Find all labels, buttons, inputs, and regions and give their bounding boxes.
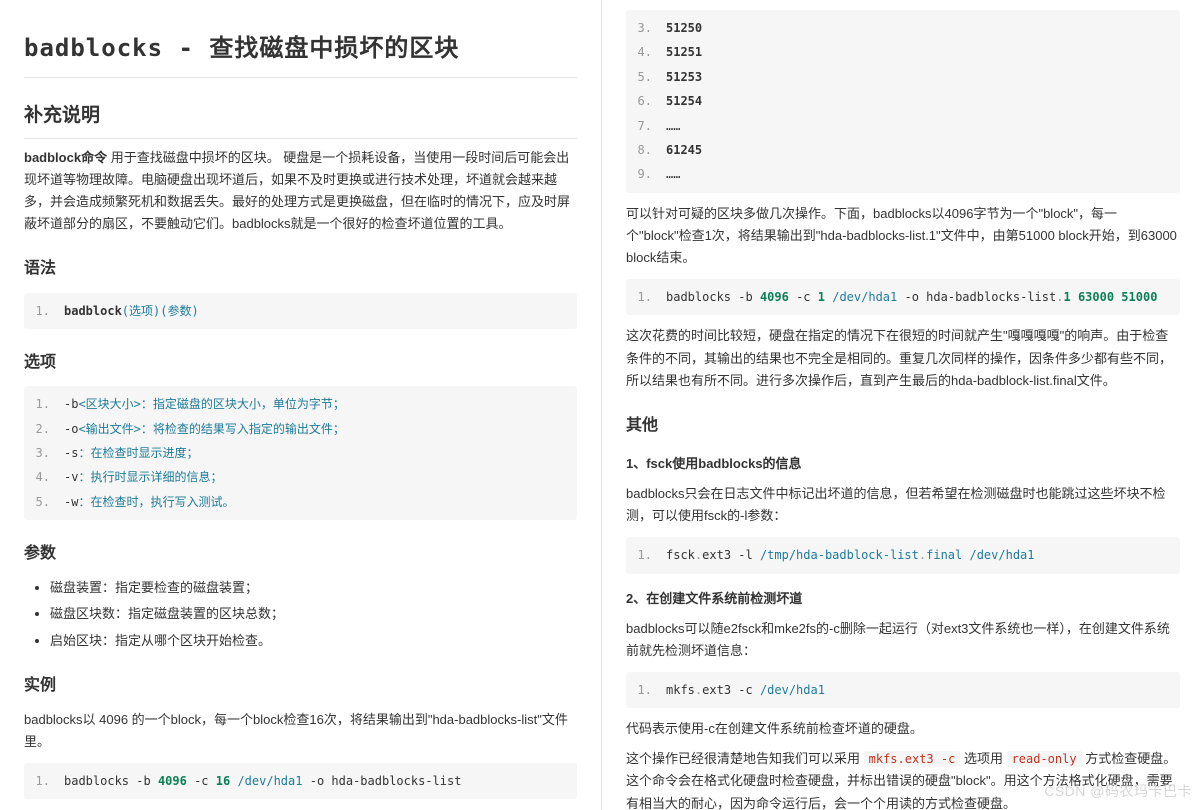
fsck-code: 1.fsck.ext3 -l /tmp/hda-badblock-list.fi… [626,537,1180,573]
inline-code-mkfs: mkfs.ext3 -c [864,751,961,767]
right-p2: 这次花费的时间比较短，硬盘在指定的情况下在很短的时间就产生"嘎嘎嘎嘎"的响声。由… [626,325,1180,391]
example-code-2: 1.badblocks -b 4096 -c 1 /dev/hda1 -o hd… [626,279,1180,315]
section-other: 其他 [626,412,1180,439]
right-p1: 可以针对可疑的区块多做几次操作。下面，badblocks以4096字节为一个"b… [626,203,1180,269]
right-column: 3.51250 4.51251 5.51253 6.51254 7.…… 8.6… [602,0,1204,810]
mkfs-code: 1.mkfs.ext3 -c /dev/hda1 [626,672,1180,708]
sub1-title: 1、fsck使用badblocks的信息 [626,453,1180,475]
sub2-body: badblocks可以随e2fsck和mke2fs的-c删除一起运行（对ext3… [626,618,1180,662]
section-options: 选项 [24,349,577,376]
inline-code-readonly: read-only [1007,751,1082,767]
section-syntax: 语法 [24,255,577,282]
watermark: CSDN @码农玛卡巴卡 [1044,780,1192,804]
supplement-body: badblock命令 用于查找磁盘中损坏的区块。 硬盘是一个损耗设备，当使用一段… [24,147,577,235]
options-code: 1.-b<区块大小>：指定磁盘的区块大小，单位为字节； 2.-o<输出文件>：将… [24,386,577,520]
section-params: 参数 [24,540,577,567]
syntax-code: 1.badblock(选项)(参数) [24,293,577,329]
example-intro: badblocks以 4096 的一个block，每一个block检查16次，将… [24,709,577,753]
sub1-body: badblocks只会在日志文件中标记出坏道的信息，但若希望在检测磁盘时也能跳过… [626,483,1180,527]
left-column: badblocks - 查找磁盘中损坏的区块 补充说明 badblock命令 用… [0,0,602,810]
sub2-title: 2、在创建文件系统前检测坏道 [626,588,1180,610]
example-code-1: 1.badblocks -b 4096 -c 16 /dev/hda1 -o h… [24,763,577,799]
section-example: 实例 [24,672,577,699]
end-p1: 代码表示使用-c在创建文件系统前检查坏道的硬盘。 [626,718,1180,740]
params-list: 磁盘装置：指定要检查的磁盘装置； 磁盘区块数：指定磁盘装置的区块总数； 启始区块… [24,577,577,651]
section-supplement: 补充说明 [24,100,577,139]
page-title: badblocks - 查找磁盘中损坏的区块 [24,28,577,78]
cat-list-code-cont: 3.51250 4.51251 5.51253 6.51254 7.…… 8.6… [626,10,1180,193]
